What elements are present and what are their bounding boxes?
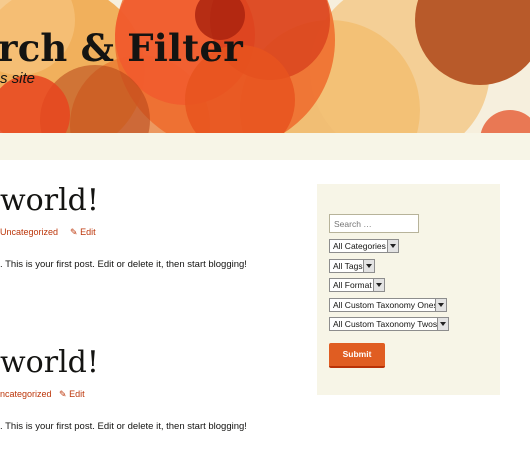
site-header: rch & Filter s site [0, 0, 530, 133]
select-value: All Custom Taxonomy Twos [333, 319, 438, 329]
custom-taxonomy-ones-select[interactable]: All Custom Taxonomy Ones [329, 298, 447, 312]
search-input[interactable] [329, 214, 419, 233]
edit-link[interactable]: ✎ Edit [59, 389, 85, 400]
site-title[interactable]: rch & Filter [0, 26, 243, 70]
post-excerpt: . This is your first post. Edit or delet… [0, 259, 247, 270]
chevron-down-icon [437, 318, 448, 330]
edit-label: Edit [80, 227, 96, 237]
submit-button[interactable]: Submit [329, 343, 385, 368]
pencil-icon: ✎ [70, 227, 78, 237]
post-title[interactable]: world! [0, 184, 300, 218]
post-title[interactable]: world! [0, 346, 300, 380]
post-meta: Uncategorized [0, 227, 58, 237]
pencil-icon: ✎ [59, 389, 67, 399]
navigation-bar [0, 133, 530, 160]
custom-taxonomy-twos-select[interactable]: All Custom Taxonomy Twos [329, 317, 449, 331]
site-description: s site [0, 70, 36, 87]
edit-label: Edit [69, 389, 85, 399]
categories-select[interactable]: All Categories [329, 239, 399, 253]
chevron-down-icon [435, 299, 446, 311]
post-2: world! [0, 346, 300, 380]
category-link[interactable]: Uncategorized [0, 227, 58, 237]
edit-link[interactable]: ✎ Edit [70, 227, 96, 238]
post-meta: ncategorized [0, 389, 52, 399]
select-value: All Custom Taxonomy Ones [333, 300, 438, 310]
category-link[interactable]: ncategorized [0, 389, 52, 399]
tags-select[interactable]: All Tags [329, 259, 375, 273]
chevron-down-icon [373, 279, 384, 291]
post-1: world! [0, 184, 300, 218]
chevron-down-icon [363, 260, 374, 272]
select-value: All Categories [333, 241, 386, 251]
search-filter-widget: All Categories All Tags All Format All C… [317, 184, 500, 395]
select-value: All Format [333, 280, 372, 290]
format-select[interactable]: All Format [329, 278, 385, 292]
chevron-down-icon [387, 240, 398, 252]
select-value: All Tags [333, 261, 363, 271]
post-excerpt: . This is your first post. Edit or delet… [0, 421, 247, 432]
